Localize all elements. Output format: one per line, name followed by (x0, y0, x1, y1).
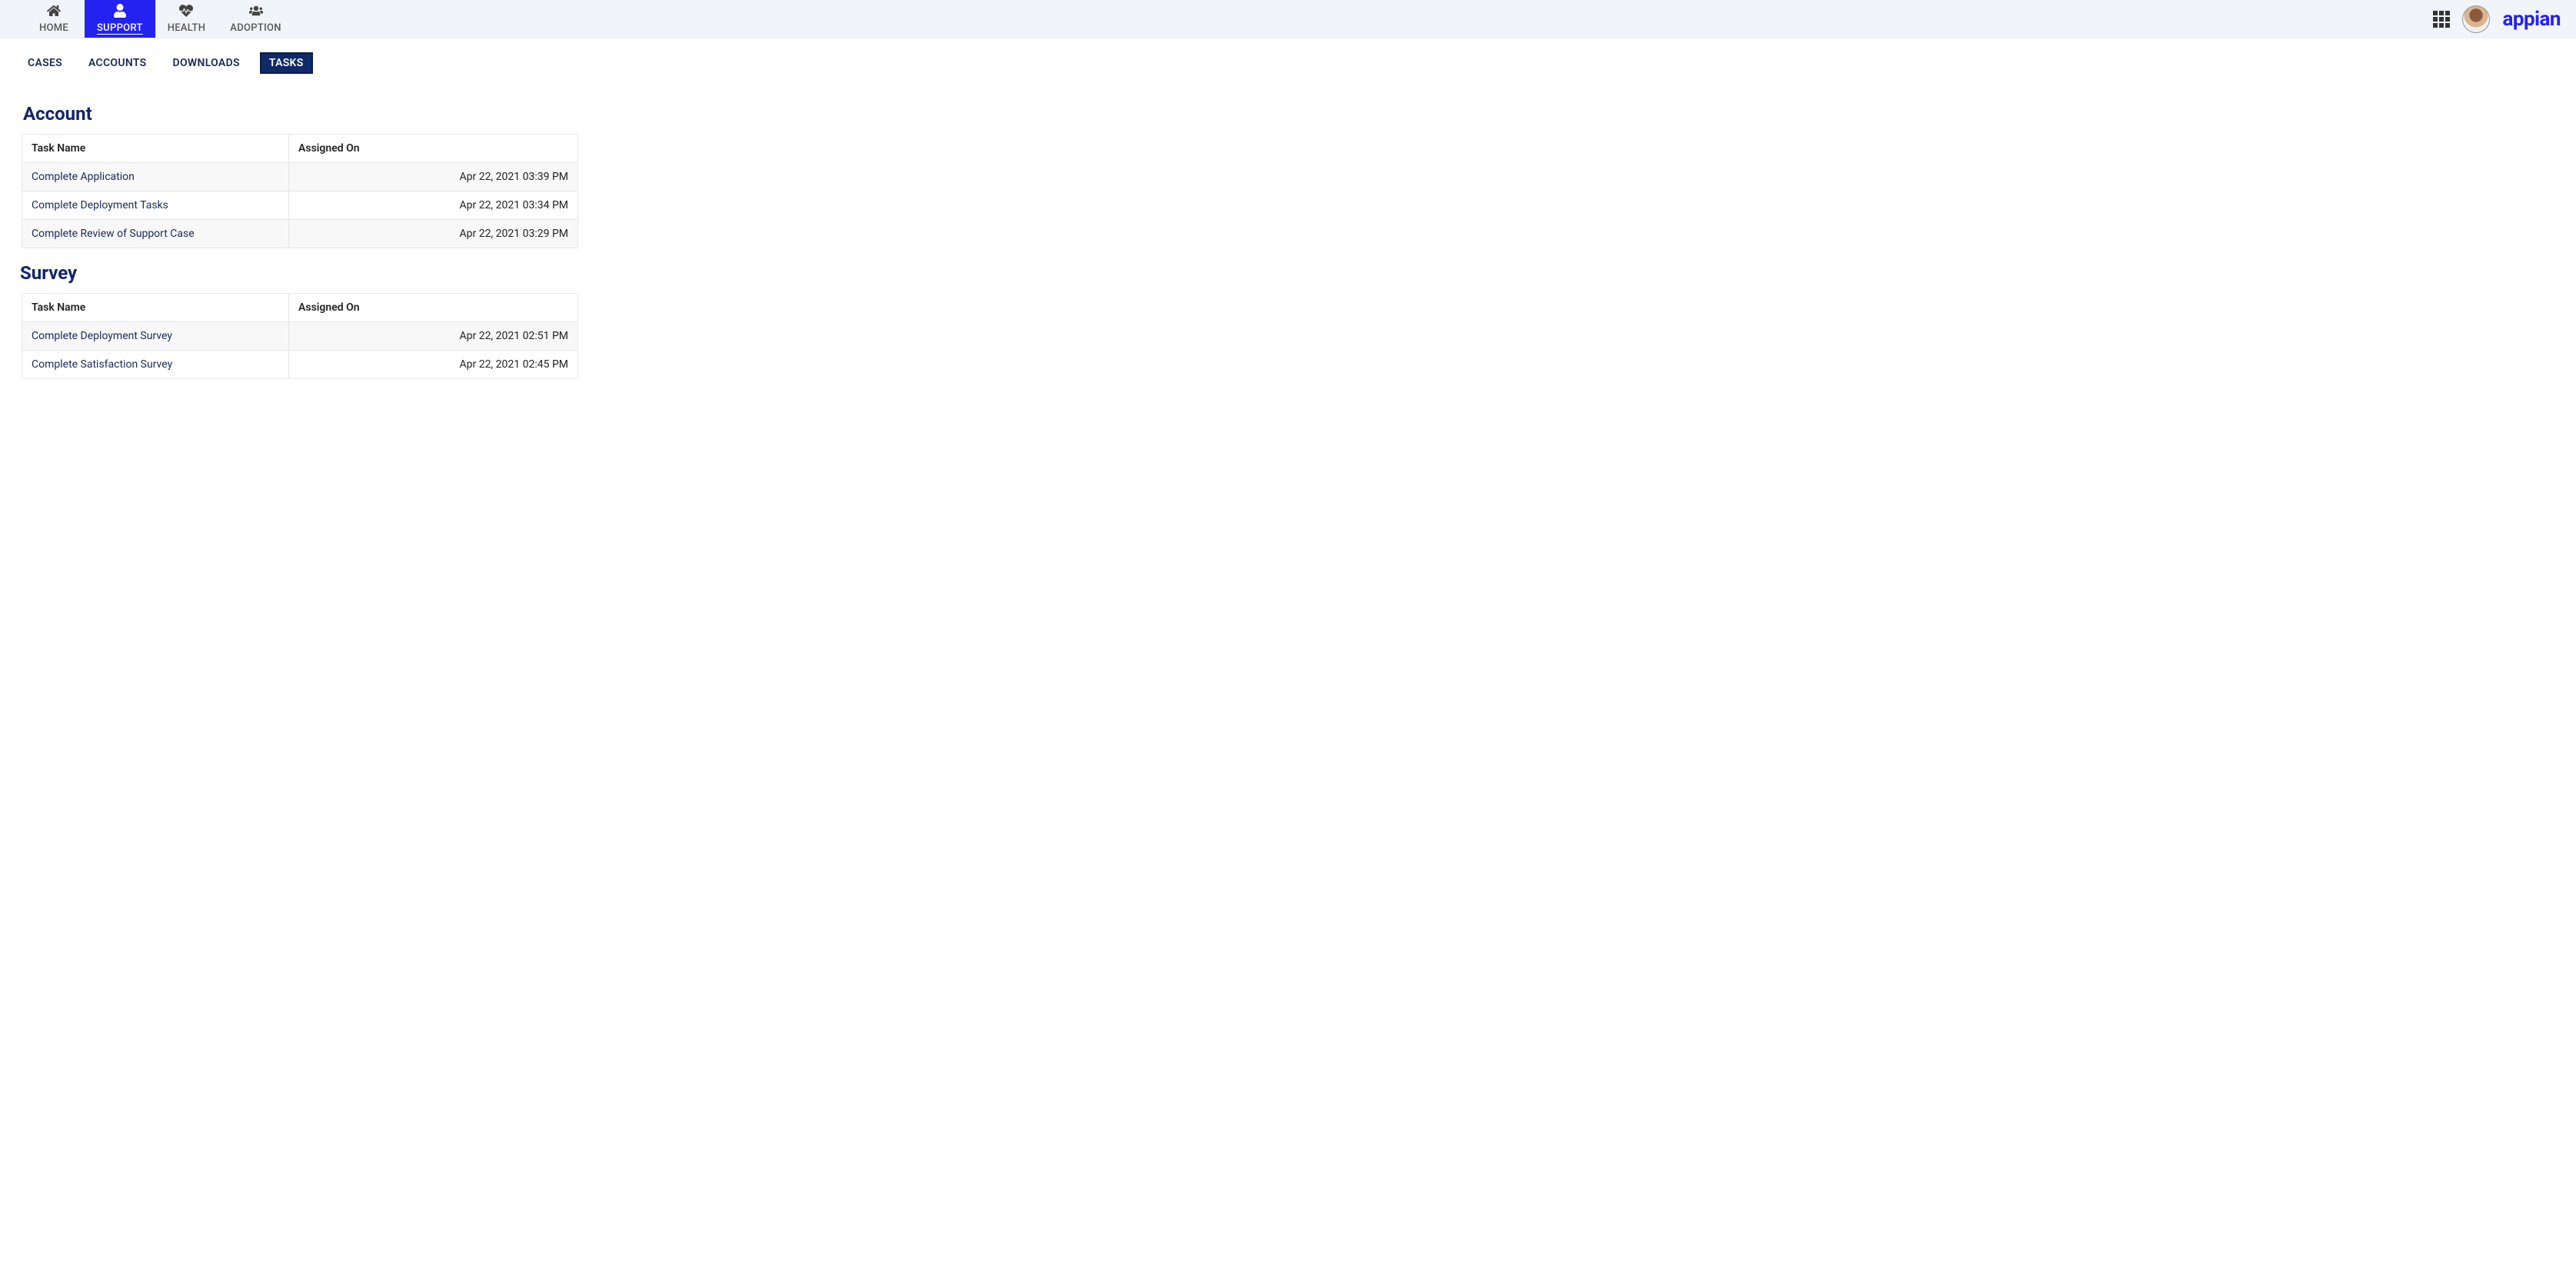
apps-grid-icon[interactable] (2433, 11, 2450, 28)
nav-home[interactable]: HOME (23, 0, 85, 38)
table-row: Complete Deployment Tasks Apr 22, 2021 0… (22, 191, 578, 220)
users-icon (249, 4, 263, 21)
avatar[interactable] (2462, 5, 2490, 33)
topbar-right: appian (2433, 0, 2576, 38)
table-row: Complete Satisfaction Survey Apr 22, 202… (22, 351, 578, 379)
task-link[interactable]: Complete Application (32, 171, 135, 183)
nav-support-label: SUPPORT (97, 22, 143, 34)
tab-downloads[interactable]: DOWNLOADS (167, 52, 246, 74)
nav-items: HOME SUPPORT HEALTH ADOPTION (23, 0, 294, 38)
table-row: Complete Review of Support Case Apr 22, … (22, 220, 578, 248)
nav-support[interactable]: SUPPORT (85, 0, 155, 38)
survey-tasks-table: Task Name Assigned On Complete Deploymen… (22, 293, 578, 379)
task-date: Apr 22, 2021 03:39 PM (289, 163, 578, 191)
col-header-task-name: Task Name (22, 294, 289, 322)
table-header-row: Task Name Assigned On (22, 294, 578, 322)
task-date: Apr 22, 2021 02:51 PM (289, 322, 578, 351)
task-link[interactable]: Complete Review of Support Case (32, 228, 195, 240)
user-icon (113, 4, 127, 21)
col-header-assigned-on: Assigned On (289, 294, 578, 322)
table-row: Complete Application Apr 22, 2021 03:39 … (22, 163, 578, 191)
appian-logo[interactable]: appian (2502, 8, 2561, 31)
task-link[interactable]: Complete Deployment Survey (32, 330, 172, 342)
table-header-row: Task Name Assigned On (22, 135, 578, 163)
table-row: Complete Deployment Survey Apr 22, 2021 … (22, 322, 578, 351)
nav-health-label: HEALTH (168, 22, 206, 34)
task-date: Apr 22, 2021 03:34 PM (289, 191, 578, 220)
tab-tasks[interactable]: TASKS (260, 52, 313, 74)
col-header-assigned-on: Assigned On (289, 135, 578, 163)
task-link[interactable]: Complete Deployment Tasks (32, 199, 168, 211)
col-header-task-name: Task Name (22, 135, 289, 163)
account-tasks-table: Task Name Assigned On Complete Applicati… (22, 134, 578, 248)
topbar-spacer (294, 0, 2434, 38)
subtabs: CASES ACCOUNTS DOWNLOADS TASKS (0, 38, 2576, 82)
content: Account Task Name Assigned On Complete A… (0, 82, 600, 410)
section-heading-account: Account (23, 103, 578, 125)
home-icon (47, 4, 61, 21)
nav-home-label: HOME (39, 22, 68, 34)
section-heading-survey: Survey (20, 262, 578, 284)
task-link[interactable]: Complete Satisfaction Survey (32, 358, 172, 371)
task-date: Apr 22, 2021 02:45 PM (289, 351, 578, 379)
nav-health[interactable]: HEALTH (155, 0, 218, 38)
nav-adoption-label: ADOPTION (230, 22, 281, 34)
heartbeat-icon (179, 4, 193, 21)
tab-cases[interactable]: CASES (22, 52, 68, 74)
task-date: Apr 22, 2021 03:29 PM (289, 220, 578, 248)
nav-adoption[interactable]: ADOPTION (218, 0, 294, 38)
tab-accounts[interactable]: ACCOUNTS (82, 52, 153, 74)
top-navbar: HOME SUPPORT HEALTH ADOPTION (0, 0, 2576, 38)
